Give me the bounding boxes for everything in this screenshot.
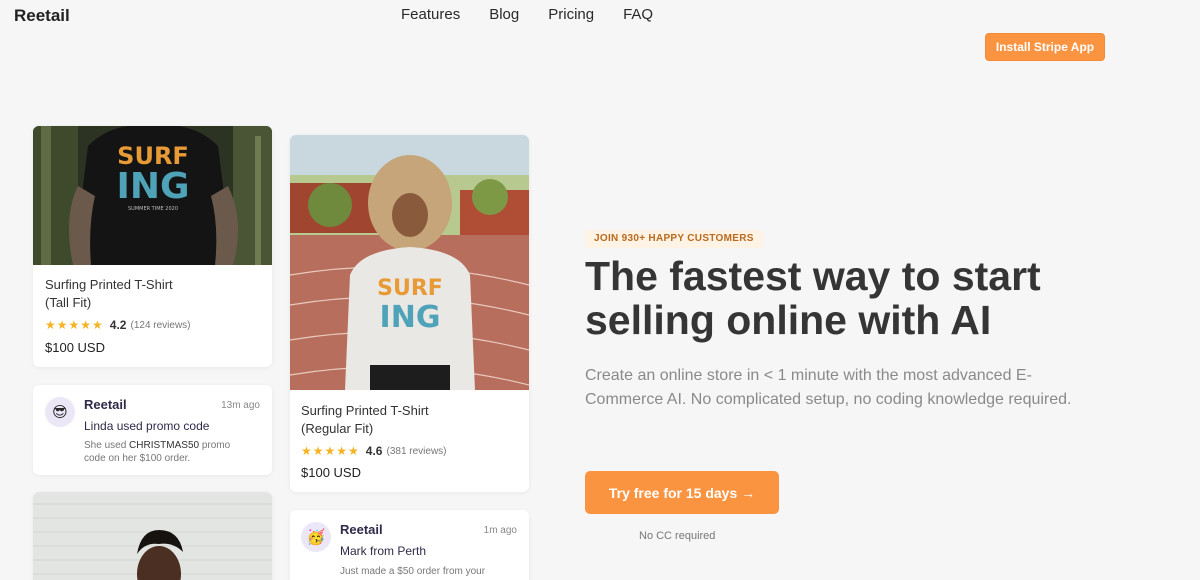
install-stripe-app-button[interactable]: Install Stripe App [985,33,1105,61]
star-rating-icon: ★★★★★ [45,318,104,332]
product-rating: ★★★★★ 4.6 (381 reviews) [301,444,447,458]
avatar-emoji-icon: 🥳 [301,522,331,552]
notification-body: Just made a $50 order from your [340,566,486,577]
product-price: $100 USD [301,465,361,480]
nav-pricing[interactable]: Pricing [548,6,594,23]
nav-features[interactable]: Features [401,6,460,23]
logo[interactable]: Reetail [14,6,70,26]
svg-text:ING: ING [380,300,441,335]
product-image-person [33,492,272,580]
product-image-tshirt: SURF ING SUMMER TIME 2020 [33,126,272,265]
product-price: $100 USD [45,340,105,355]
product-image-sweatshirt: SURF ING [290,135,529,390]
svg-text:SUMMER TIME 2020: SUMMER TIME 2020 [128,206,178,212]
notification-brand: Reetail [84,397,127,412]
svg-text:ING: ING [116,166,189,207]
try-free-button[interactable]: Try free for 15 days → [585,471,779,514]
avatar-emoji-icon: 😎 [45,397,75,427]
nav-faq[interactable]: FAQ [623,6,653,23]
product-card-tall-fit[interactable]: SURF ING SUMMER TIME 2020 Surfing Printe… [33,126,272,367]
no-cc-note: No CC required [639,530,716,542]
svg-text:SURF: SURF [377,276,443,301]
product-card-regular-fit[interactable]: SURF ING Surfing Printed T-Shirt (Regula… [290,135,529,492]
notification-title: Mark from Perth [340,544,427,558]
product-title: Surfing Printed T-Shirt (Tall Fit) [45,277,173,310]
notification-time: 13m ago [221,400,260,411]
notification-title: Linda used promo code [84,419,210,433]
hero-headline: The fastest way to start selling online … [585,253,1041,343]
nav-blog[interactable]: Blog [489,6,519,23]
main-nav: Features Blog Pricing FAQ [401,6,653,23]
notification-card: 🥳 Reetail 1m ago Mark from Perth Just ma… [290,510,529,580]
product-title: Surfing Printed T-Shirt (Regular Fit) [301,403,429,436]
notification-brand: Reetail [340,522,383,537]
notification-body: She used CHRISTMAS50 promo code on her $… [84,440,231,464]
customers-badge: JOIN 930+ HAPPY CUSTOMERS [585,230,763,248]
notification-card: 😎 Reetail 13m ago Linda used promo code … [33,385,272,475]
product-rating: ★★★★★ 4.2 (124 reviews) [45,318,191,332]
star-rating-icon: ★★★★★ [301,444,360,458]
notification-time: 1m ago [483,525,517,536]
hero-subtext: Create an online store in < 1 minute wit… [585,367,1072,408]
product-card-partial[interactable] [33,492,272,580]
